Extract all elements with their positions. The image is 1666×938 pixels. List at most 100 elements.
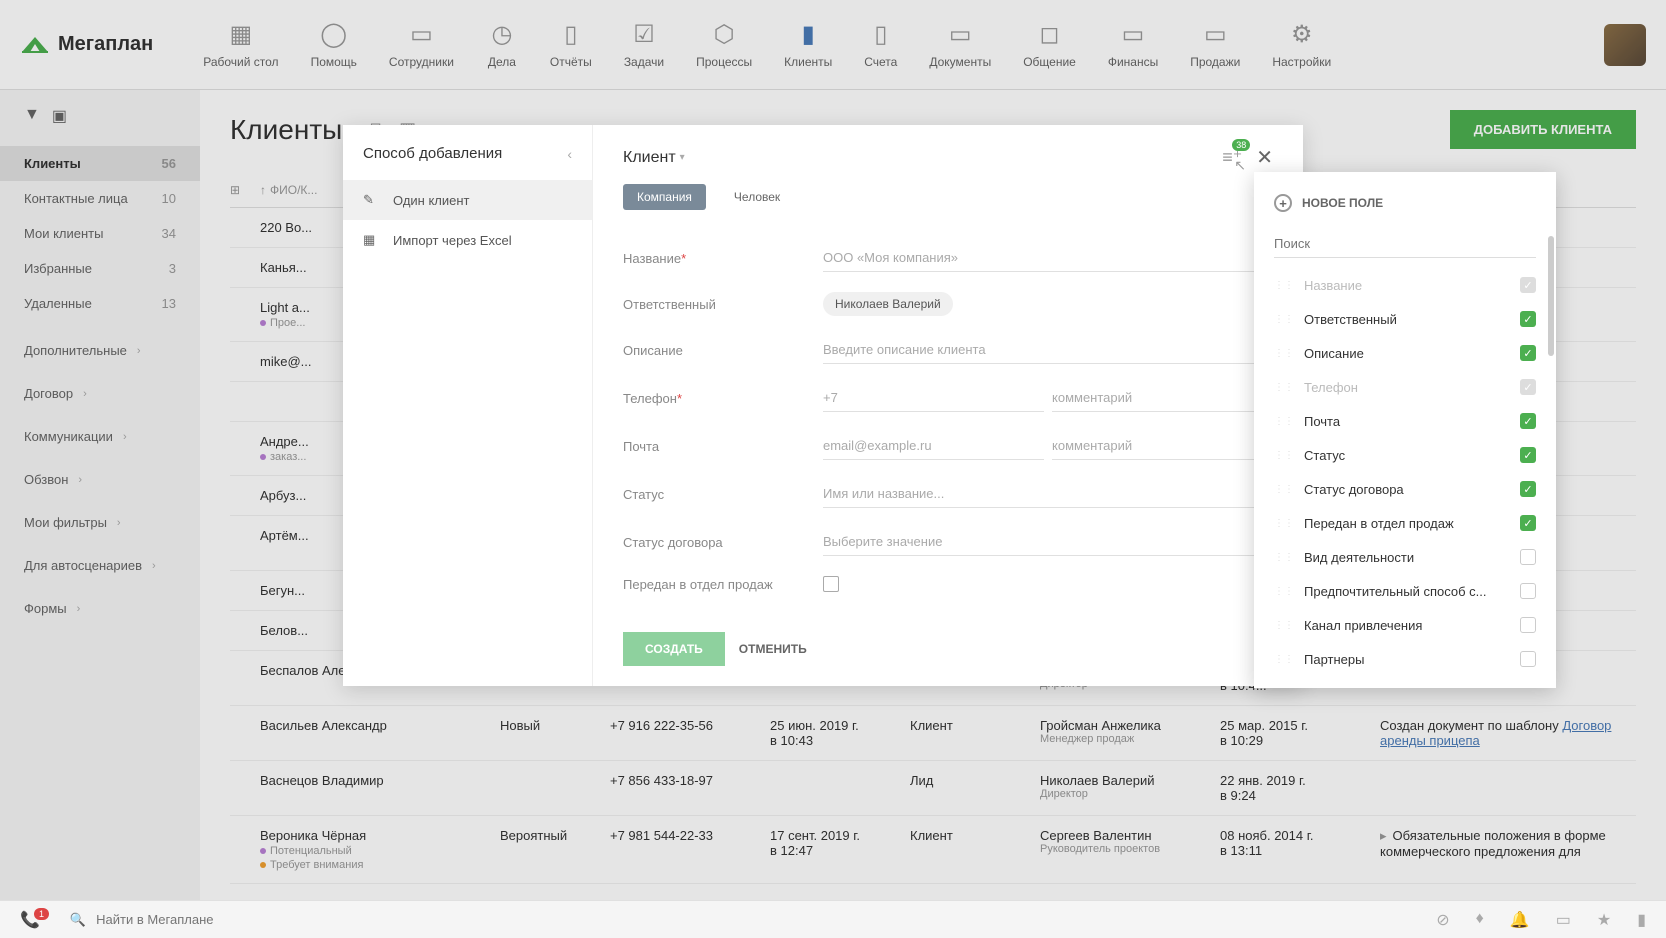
badge-count: 38 bbox=[1232, 139, 1250, 151]
field-label: Почта bbox=[1304, 414, 1340, 429]
drag-handle-icon[interactable]: ⋮⋮ bbox=[1274, 416, 1294, 427]
flag-icon[interactable]: ▮ bbox=[1637, 910, 1646, 930]
field-checkbox[interactable]: ✓ bbox=[1520, 379, 1536, 395]
drag-handle-icon[interactable]: ⋮⋮ bbox=[1274, 484, 1294, 495]
form-label: Передан в отдел продаж bbox=[623, 577, 823, 592]
form-input[interactable] bbox=[823, 384, 1044, 412]
field-label: Канал привлечения bbox=[1304, 618, 1422, 633]
field-search-input[interactable] bbox=[1274, 230, 1536, 258]
close-icon[interactable]: ✕ bbox=[1256, 145, 1273, 170]
field-toggle-row[interactable]: ⋮⋮ Почта ✓ bbox=[1254, 404, 1556, 438]
customize-fields-icon[interactable]: ≡⁺ 38 ↖ bbox=[1222, 147, 1242, 168]
form-label: Статус bbox=[623, 487, 823, 502]
field-label: Партнеры bbox=[1304, 652, 1364, 667]
phone-badge: 1 bbox=[34, 908, 49, 920]
form-row: Название* bbox=[623, 234, 1273, 282]
tab[interactable]: Компания bbox=[623, 184, 706, 210]
scrollbar[interactable] bbox=[1548, 236, 1554, 356]
client-type-dropdown[interactable]: Клиент▾ bbox=[623, 149, 685, 167]
drag-handle-icon[interactable]: ⋮⋮ bbox=[1274, 620, 1294, 631]
checkbox[interactable] bbox=[823, 576, 839, 592]
field-checkbox[interactable]: ✓ bbox=[1520, 515, 1536, 531]
field-toggle-row[interactable]: ⋮⋮ Статус договора ✓ bbox=[1254, 472, 1556, 506]
field-checkbox[interactable] bbox=[1520, 617, 1536, 633]
drag-handle-icon[interactable]: ⋮⋮ bbox=[1274, 280, 1294, 291]
form-row: Передан в отдел продаж bbox=[623, 566, 1273, 602]
drag-handle-icon[interactable]: ⋮⋮ bbox=[1274, 518, 1294, 529]
create-button[interactable]: СОЗДАТЬ bbox=[623, 632, 725, 666]
method-item[interactable]: ▦Импорт через Excel bbox=[343, 220, 592, 260]
field-toggle-row[interactable]: ⋮⋮ Передан в отдел продаж ✓ bbox=[1254, 506, 1556, 540]
field-label: Название bbox=[1304, 278, 1362, 293]
back-chevron-icon[interactable]: ‹ bbox=[567, 146, 572, 162]
drag-handle-icon[interactable]: ⋮⋮ bbox=[1274, 450, 1294, 461]
method-item[interactable]: ✎Один клиент bbox=[343, 180, 592, 220]
field-checkbox[interactable]: ✓ bbox=[1520, 481, 1536, 497]
form-row: Статус bbox=[623, 470, 1273, 518]
modal-left-title: Способ добавления bbox=[363, 145, 502, 162]
field-label: Ответственный bbox=[1304, 312, 1397, 327]
chat-icon[interactable]: ▭ bbox=[1556, 910, 1571, 930]
star-icon[interactable]: ★ bbox=[1597, 910, 1611, 930]
global-search[interactable]: 🔍 bbox=[70, 912, 1436, 928]
field-checkbox[interactable] bbox=[1520, 651, 1536, 667]
drag-handle-icon[interactable]: ⋮⋮ bbox=[1274, 314, 1294, 325]
method-icon: ✎ bbox=[363, 192, 381, 208]
phone-icon[interactable]: 📞1 bbox=[20, 910, 40, 930]
add-client-modal: Способ добавления ‹ ✎Один клиент▦Импорт … bbox=[343, 125, 1303, 686]
form-row: Телефон* bbox=[623, 374, 1273, 422]
drag-handle-icon[interactable]: ⋮⋮ bbox=[1274, 586, 1294, 597]
cursor-icon: ↖ bbox=[1234, 157, 1246, 174]
field-toggle-row[interactable]: ⋮⋮ Партнеры bbox=[1254, 642, 1556, 676]
field-label: Вид деятельности bbox=[1304, 550, 1414, 565]
form-input[interactable] bbox=[823, 528, 1273, 556]
alert-icon[interactable]: ⊘ bbox=[1436, 910, 1449, 930]
field-checkbox[interactable] bbox=[1520, 549, 1536, 565]
form-label: Почта bbox=[623, 439, 823, 454]
bottom-bar: 📞1 🔍 ⊘ ♦ 🔔 ▭ ★ ▮ bbox=[0, 900, 1666, 938]
drag-handle-icon[interactable]: ⋮⋮ bbox=[1274, 654, 1294, 665]
drag-handle-icon[interactable]: ⋮⋮ bbox=[1274, 552, 1294, 563]
field-toggle-row[interactable]: ⋮⋮ Ответственный ✓ bbox=[1254, 302, 1556, 336]
form-input[interactable] bbox=[823, 244, 1273, 272]
drag-handle-icon[interactable]: ⋮⋮ bbox=[1274, 382, 1294, 393]
new-field-button[interactable]: + НОВОЕ ПОЛЕ bbox=[1254, 184, 1556, 222]
field-checkbox[interactable]: ✓ bbox=[1520, 311, 1536, 327]
field-checkbox[interactable]: ✓ bbox=[1520, 447, 1536, 463]
field-toggle-row[interactable]: ⋮⋮ Телефон ✓ bbox=[1254, 370, 1556, 404]
form-label: Название* bbox=[623, 251, 823, 266]
form-input[interactable] bbox=[823, 336, 1273, 364]
field-label: Статус bbox=[1304, 448, 1345, 463]
bell-icon[interactable]: 🔔 bbox=[1510, 910, 1530, 930]
form-input-comment[interactable] bbox=[1052, 432, 1273, 460]
field-toggle-row[interactable]: ⋮⋮Предпочтительный способ с... bbox=[1254, 574, 1556, 608]
fields-customizer-popup: + НОВОЕ ПОЛЕ ⋮⋮ Название ✓ ⋮⋮ Ответственный ✓… bbox=[1254, 172, 1556, 688]
field-checkbox[interactable]: ✓ bbox=[1520, 277, 1536, 293]
field-checkbox[interactable]: ✓ bbox=[1520, 345, 1536, 361]
tab[interactable]: Человек bbox=[720, 184, 794, 210]
cancel-button[interactable]: ОТМЕНИТЬ bbox=[739, 632, 807, 666]
form-input-comment[interactable] bbox=[1052, 384, 1273, 412]
form-row: Описание bbox=[623, 326, 1273, 374]
field-label: Телефон bbox=[1304, 380, 1358, 395]
chip[interactable]: Николаев Валерий bbox=[823, 292, 953, 316]
form-input[interactable] bbox=[823, 480, 1273, 508]
plus-circle-icon: + bbox=[1274, 194, 1292, 212]
form-label: Описание bbox=[623, 343, 823, 358]
modal-body: Клиент▾ ≡⁺ 38 ↖ ✕ Компания Человек Назван… bbox=[593, 125, 1303, 686]
field-checkbox[interactable]: ✓ bbox=[1520, 413, 1536, 429]
fire-icon[interactable]: ♦ bbox=[1476, 910, 1484, 930]
field-toggle-row[interactable]: ⋮⋮ Описание ✓ bbox=[1254, 336, 1556, 370]
field-label: Статус договора bbox=[1304, 482, 1404, 497]
field-toggle-row[interactable]: ⋮⋮ Статус ✓ bbox=[1254, 438, 1556, 472]
field-checkbox[interactable] bbox=[1520, 583, 1536, 599]
field-label: Описание bbox=[1304, 346, 1364, 361]
field-toggle-row[interactable]: ⋮⋮ Название ✓ bbox=[1254, 268, 1556, 302]
form-label: Статус договора bbox=[623, 535, 823, 550]
field-toggle-row[interactable]: ⋮⋮ Вид деятельности bbox=[1254, 540, 1556, 574]
field-label: Передан в отдел продаж bbox=[1304, 516, 1454, 531]
form-input[interactable] bbox=[823, 432, 1044, 460]
global-search-input[interactable] bbox=[96, 912, 1436, 927]
drag-handle-icon[interactable]: ⋮⋮ bbox=[1274, 348, 1294, 359]
field-toggle-row[interactable]: ⋮⋮ Канал привлечения bbox=[1254, 608, 1556, 642]
